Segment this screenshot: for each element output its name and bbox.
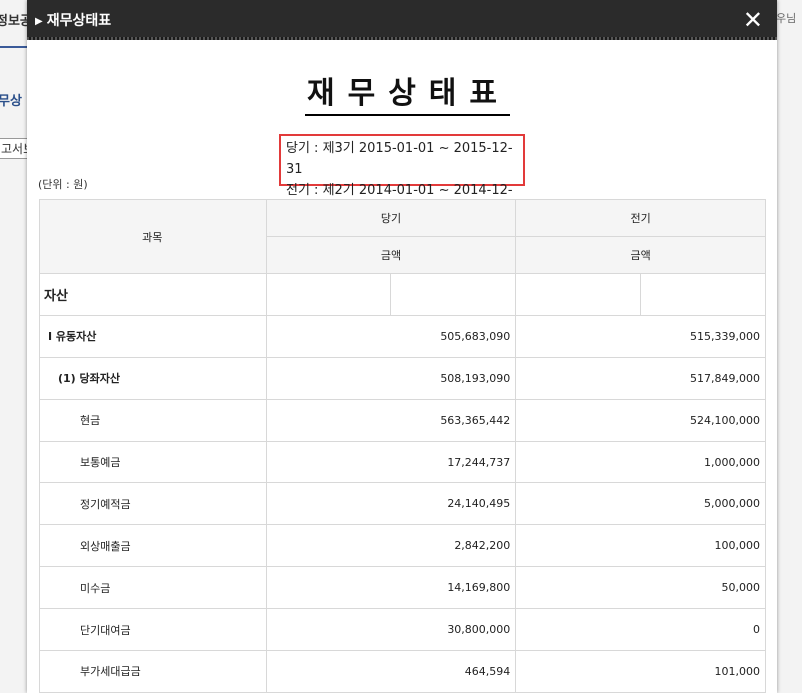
row-name: 외상매출금	[39, 524, 267, 568]
previous-amount: 524,100,000	[515, 398, 766, 442]
table-row: 자산	[39, 273, 766, 316]
row-name: 단기대여금	[39, 608, 267, 652]
table-row: 단기대여금 30,800,000 0	[39, 608, 766, 652]
table-row: (1) 당좌자산 508,193,090 517,849,000	[39, 356, 766, 400]
header-amount-previous: 금액	[515, 236, 766, 274]
previous-amount: 100,000	[515, 524, 766, 568]
row-name: 미수금	[39, 566, 267, 610]
row-name: Ⅰ 유동자산	[39, 314, 267, 358]
triangle-right-icon: ▶	[35, 16, 43, 27]
cell-blank	[265, 273, 392, 316]
current-period: 당기 : 제3기 2015-01-01 ~ 2015-12-31	[286, 141, 513, 177]
row-name: 자산	[39, 273, 267, 316]
cell-blank	[515, 273, 642, 316]
current-amount: 563,365,442	[265, 398, 517, 442]
modal-header: ▶ 재무상태표 ✕	[27, 0, 777, 40]
previous-amount: 0	[515, 608, 766, 652]
document-title: 재무상태표	[305, 68, 510, 116]
modal-title: ▶ 재무상태표	[35, 10, 111, 30]
cell-blank	[640, 273, 766, 316]
current-amount: 17,244,737	[265, 440, 517, 484]
cell-blank	[390, 273, 517, 316]
background-text: 우님	[776, 12, 797, 25]
financial-statement-modal: ▶ 재무상태표 ✕ 재무상태표 당기 : 제3기 2015-01-01 ~ 201…	[27, 0, 777, 693]
current-amount: 24,140,495	[265, 482, 517, 526]
previous-amount: 517,849,000	[515, 356, 766, 400]
modal-title-text: 재무상태표	[46, 13, 112, 29]
previous-amount: 1,000,000	[515, 440, 766, 484]
table-row: 정기예적금 24,140,495 5,000,000	[39, 482, 766, 526]
unit-label: (단위 : 원)	[38, 178, 88, 191]
current-amount: 505,683,090	[265, 314, 517, 358]
header-current: 당기	[265, 199, 517, 237]
previous-amount: 515,339,000	[515, 314, 766, 358]
header-amount-current: 금액	[265, 236, 517, 274]
previous-amount: 101,000	[515, 650, 766, 693]
current-amount: 2,842,200	[265, 524, 517, 568]
header-subject: 과목	[39, 199, 267, 274]
table-row: 미수금 14,169,800 50,000	[39, 566, 766, 610]
table-row: 외상매출금 2,842,200 100,000	[39, 524, 766, 568]
previous-amount: 5,000,000	[515, 482, 766, 526]
row-name: (1) 당좌자산	[39, 356, 267, 400]
row-name: 정기예적금	[39, 482, 267, 526]
header-previous: 전기	[515, 199, 766, 237]
current-amount: 508,193,090	[265, 356, 517, 400]
current-amount: 14,169,800	[265, 566, 517, 610]
current-amount: 464,594	[265, 650, 517, 693]
table-row: 부가세대급금 464,594 101,000	[39, 650, 766, 693]
period-box: 당기 : 제3기 2015-01-01 ~ 2015-12-31 전기 : 제2…	[279, 134, 525, 219]
background-tab-underline	[0, 46, 28, 48]
close-button[interactable]: ✕	[743, 6, 763, 34]
previous-amount: 50,000	[515, 566, 766, 610]
row-name: 현금	[39, 398, 267, 442]
table-row: 보통예금 17,244,737 1,000,000	[39, 440, 766, 484]
row-name: 부가세대급금	[39, 650, 267, 693]
table-row: Ⅰ 유동자산 505,683,090 515,339,000	[39, 314, 766, 358]
table-row: 현금 563,365,442 524,100,000	[39, 398, 766, 442]
row-name: 보통예금	[39, 440, 267, 484]
current-amount: 30,800,000	[265, 608, 517, 652]
balance-sheet-table: 과목 당기 전기 금액 금액 자산 Ⅰ 유동자산 505,683,090 515…	[39, 199, 766, 693]
background-text: 무상	[0, 94, 22, 109]
